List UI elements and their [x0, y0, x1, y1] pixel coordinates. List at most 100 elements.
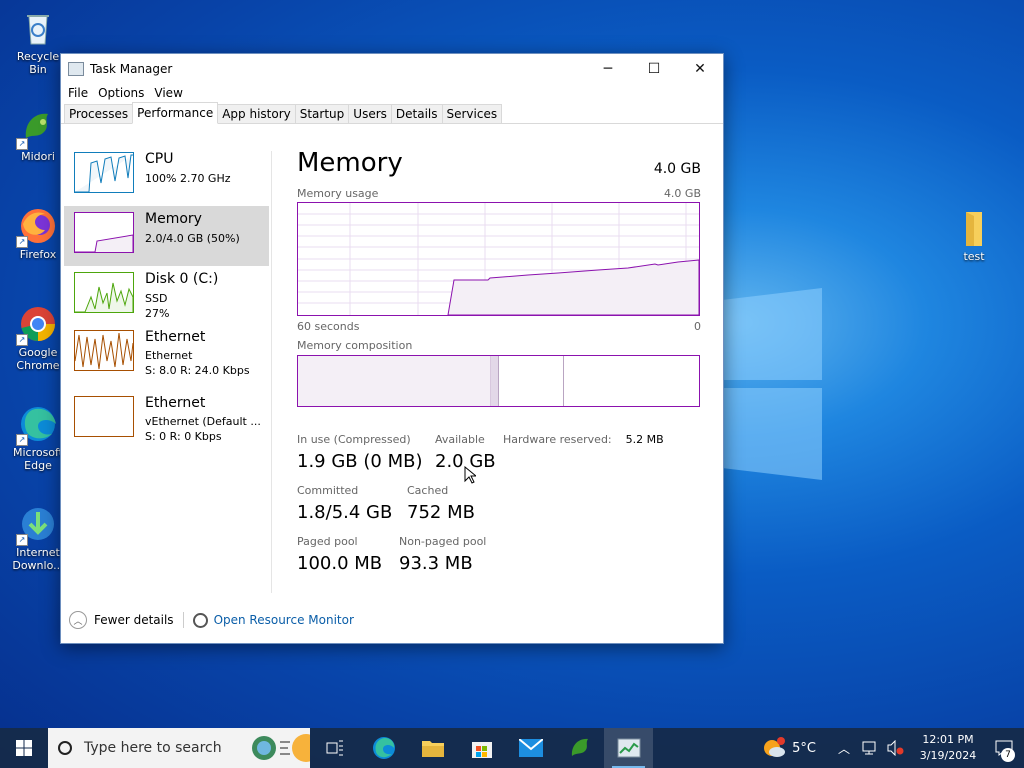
taskbar-midori[interactable]: [555, 728, 604, 768]
search-highlight-icon: [252, 734, 310, 762]
resource-detail: 27%: [145, 307, 170, 320]
taskbar-file-explorer[interactable]: [408, 728, 457, 768]
desktop-icon-label: Firefox: [19, 248, 57, 261]
composition-standby[interactable]: [499, 356, 564, 406]
tab-strip: Processes Performance App history Startu…: [61, 102, 723, 124]
menu-file[interactable]: File: [63, 86, 93, 100]
composition-free[interactable]: [564, 356, 699, 406]
mail-icon: [518, 739, 543, 757]
task-manager-icon: [617, 738, 640, 758]
memory-composition-bar: [297, 355, 700, 407]
resource-detail: vEthernet (Default ...: [145, 415, 261, 428]
resource-detail: SSD: [145, 292, 168, 305]
clock[interactable]: 12:01 PM 3/19/2024: [912, 732, 984, 764]
stat-value: 1.9 GB (0 MB): [297, 451, 423, 472]
title-bar[interactable]: Task Manager ─ ☐ ✕: [61, 54, 723, 83]
desktop-icon-label: Midori: [21, 150, 55, 163]
resource-detail: Ethernet: [145, 349, 193, 362]
desktop-icon-chrome[interactable]: ↗ Google Chrome: [10, 304, 66, 372]
chevron-up-icon[interactable]: ︿: [69, 611, 87, 629]
resource-disk[interactable]: Disk 0 (C:) SSD 27%: [64, 266, 269, 326]
taskbar-search-box[interactable]: Type here to search: [48, 728, 310, 768]
desktop-icon-recycle-bin[interactable]: Recycle Bin: [10, 8, 66, 76]
windows-start-icon: [16, 740, 32, 756]
menu-options[interactable]: Options: [93, 86, 149, 100]
start-button[interactable]: [0, 728, 48, 768]
shortcut-arrow-icon: ↗: [16, 434, 28, 446]
stat-label: Paged pool: [297, 535, 358, 548]
notification-center-button[interactable]: 7: [984, 728, 1024, 768]
taskbar-store[interactable]: [457, 728, 506, 768]
file-explorer-icon: [421, 741, 444, 757]
graph-time-left: 60 seconds: [297, 320, 360, 333]
open-resource-monitor-link[interactable]: Open Resource Monitor: [214, 613, 354, 627]
stat-label: In use (Compressed): [297, 433, 411, 446]
window-title: Task Manager: [90, 61, 173, 76]
resource-name: Ethernet: [145, 329, 206, 345]
footer-separator: [182, 612, 184, 628]
stat-label: Available: [435, 433, 485, 446]
tab-performance[interactable]: Performance: [132, 102, 219, 124]
desktop-icon-label: Recycle Bin: [16, 50, 60, 76]
desktop-icon-firefox[interactable]: ↗ Firefox: [10, 206, 66, 261]
stat-value: 1.8/5.4 GB: [297, 502, 393, 523]
desktop-icon-edge[interactable]: ↗ Microsoft Edge: [10, 404, 66, 472]
show-hidden-icons-chevron-icon[interactable]: ︿: [838, 740, 850, 757]
shortcut-arrow-icon: ↗: [16, 334, 28, 346]
taskbar-edge[interactable]: [359, 728, 408, 768]
tab-details[interactable]: Details: [390, 104, 443, 123]
stat-nonpaged-pool: Non-paged pool 93.3 MB: [399, 535, 486, 574]
cpu-thumbnail-graph: [74, 152, 134, 193]
fewer-details-link[interactable]: Fewer details: [94, 613, 174, 627]
memory-composition-label: Memory composition: [297, 339, 413, 352]
resource-ethernet-1[interactable]: Ethernet Ethernet S: 8.0 R: 24.0 Kbps: [64, 326, 269, 392]
composition-in-use[interactable]: [298, 356, 491, 406]
taskbar: Type here to search 5°C ︿ 12:01 PM 3/19/…: [0, 728, 1024, 768]
close-button[interactable]: ✕: [677, 54, 723, 83]
resource-list: CPU 100% 2.70 GHz Memory 2.0/4.0 GB (50%…: [64, 146, 269, 458]
tab-services[interactable]: Services: [441, 104, 503, 123]
stat-in-use: In use (Compressed) 1.9 GB (0 MB): [297, 433, 422, 472]
resource-name: Memory: [145, 211, 202, 227]
desktop-icon-label: test: [963, 250, 985, 263]
taskbar-task-manager[interactable]: [604, 728, 653, 768]
stat-label: Committed: [297, 484, 359, 497]
stat-value: 93.3 MB: [399, 553, 473, 574]
minimize-button[interactable]: ─: [585, 54, 631, 83]
resource-memory[interactable]: Memory 2.0/4.0 GB (50%): [64, 206, 269, 266]
stat-value: 752 MB: [407, 502, 475, 523]
volume-muted-icon[interactable]: [886, 740, 904, 756]
stat-label: Hardware reserved:: [503, 433, 612, 446]
resource-detail: 2.0/4.0 GB (50%): [145, 232, 240, 245]
tab-users[interactable]: Users: [348, 104, 392, 123]
desktop-folder-test[interactable]: test: [946, 208, 1002, 263]
taskbar-mail[interactable]: [506, 728, 555, 768]
idm-icon: ↗: [16, 504, 58, 546]
task-manager-window: Task Manager ─ ☐ ✕ File Options View Pro…: [60, 53, 724, 644]
task-view-button[interactable]: [310, 728, 359, 768]
weather-temperature[interactable]: 5°C: [792, 741, 816, 756]
resource-detail: S: 0 R: 0 Kbps: [145, 430, 222, 443]
resource-cpu[interactable]: CPU 100% 2.70 GHz: [64, 146, 269, 206]
maximize-button[interactable]: ☐: [631, 54, 677, 83]
menu-view[interactable]: View: [149, 86, 187, 100]
tab-processes[interactable]: Processes: [64, 104, 134, 123]
search-icon: [58, 741, 72, 755]
composition-modified[interactable]: [491, 356, 499, 406]
vethernet-thumbnail-graph: [74, 396, 134, 437]
resource-ethernet-2[interactable]: Ethernet vEthernet (Default ... S: 0 R: …: [64, 392, 269, 458]
desktop-icon-midori[interactable]: ↗ Midori: [10, 108, 66, 163]
network-icon[interactable]: [860, 740, 878, 756]
shortcut-arrow-icon: ↗: [16, 236, 28, 248]
task-manager-app-icon: [68, 61, 84, 76]
desktop-icon-idm[interactable]: ↗ Internet Downlo...: [10, 504, 66, 572]
stat-hardware-reserved: Hardware reserved: 5.2 MB: [503, 433, 664, 446]
desktop-icon-label: Microsoft Edge: [12, 446, 64, 472]
clock-date: 3/19/2024: [919, 749, 977, 762]
resource-detail: S: 8.0 R: 24.0 Kbps: [145, 364, 250, 377]
firefox-icon: ↗: [16, 206, 58, 248]
pane-divider[interactable]: [271, 151, 272, 593]
weather-icon[interactable]: [762, 736, 786, 760]
tab-startup[interactable]: Startup: [294, 104, 350, 123]
tab-app-history[interactable]: App history: [217, 104, 296, 123]
